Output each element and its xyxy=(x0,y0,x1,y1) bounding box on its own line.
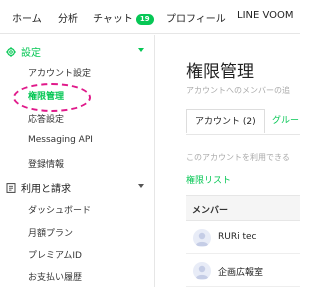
avatar xyxy=(193,262,211,280)
table-row[interactable]: RURi tec xyxy=(186,222,300,254)
chat-count-badge: 19 xyxy=(135,14,154,25)
nav-analytics[interactable]: 分析 xyxy=(58,10,78,25)
member-name: 企画広報室 xyxy=(218,268,264,278)
sidebar-section-settings[interactable]: 設定 xyxy=(6,44,151,59)
tab-bar: アカウント (2) グルー xyxy=(186,109,300,135)
nav-profile[interactable]: プロフィール xyxy=(166,10,226,25)
receipt-icon xyxy=(6,183,16,193)
sidebar-item-response-settings[interactable]: 応答設定 xyxy=(28,112,64,125)
sidebar-item-monthly-plan[interactable]: 月額プラン xyxy=(28,226,73,239)
member-name: RURi tec xyxy=(218,232,257,242)
main-content: 権限管理 アカウントへのメンバーの追 アカウント (2) グルー このアカウント… xyxy=(156,35,300,287)
chevron-down-icon xyxy=(138,184,144,188)
sidebar-item-registration-info[interactable]: 登録情報 xyxy=(28,157,64,170)
members-table-header: メンバー xyxy=(186,195,300,221)
sidebar-section-label: 利用と請求 xyxy=(21,184,71,195)
tab-account[interactable]: アカウント (2) xyxy=(186,109,265,133)
sidebar-item-payment-history[interactable]: お支払い履歴 xyxy=(28,270,82,283)
sidebar-item-dashboard[interactable]: ダッシュボード xyxy=(28,203,91,216)
page-title: 権限管理 xyxy=(186,62,254,82)
sidebar-item-account-settings[interactable]: アカウント設定 xyxy=(28,66,91,79)
tab-group[interactable]: グルー xyxy=(264,109,300,133)
nav-chat-label: チャット xyxy=(93,14,133,25)
permission-list-link[interactable]: 権限リスト xyxy=(186,173,231,186)
sidebar-item-messaging-api[interactable]: Messaging API xyxy=(28,135,93,145)
sidebar-item-premium-id[interactable]: プレミアムID xyxy=(28,248,82,261)
page-subtitle: アカウントへのメンバーの追 xyxy=(186,86,290,95)
sidebar-section-usage-billing[interactable]: 利用と請求 xyxy=(6,180,151,195)
gear-icon xyxy=(6,47,16,57)
table-row[interactable]: 企画広報室 xyxy=(186,255,300,287)
member-column-header: メンバー xyxy=(192,206,229,216)
chevron-down-icon xyxy=(138,48,144,52)
top-navigation: ホーム 分析 チャット 19 プロフィール LINE VOOM xyxy=(0,0,300,34)
sidebar-item-permissions[interactable]: 権限管理 xyxy=(28,89,64,102)
nav-home[interactable]: ホーム xyxy=(12,10,42,25)
sidebar-section-label: 設定 xyxy=(21,48,41,59)
avatar xyxy=(193,229,211,247)
sidebar: 設定 アカウント設定 権限管理 応答設定 Messaging API 登録情報 … xyxy=(0,35,155,287)
nav-chat[interactable]: チャット 19 xyxy=(93,10,154,25)
account-access-note: このアカウントを利用できる xyxy=(186,153,290,162)
nav-line-voom[interactable]: LINE VOOM xyxy=(237,10,294,21)
